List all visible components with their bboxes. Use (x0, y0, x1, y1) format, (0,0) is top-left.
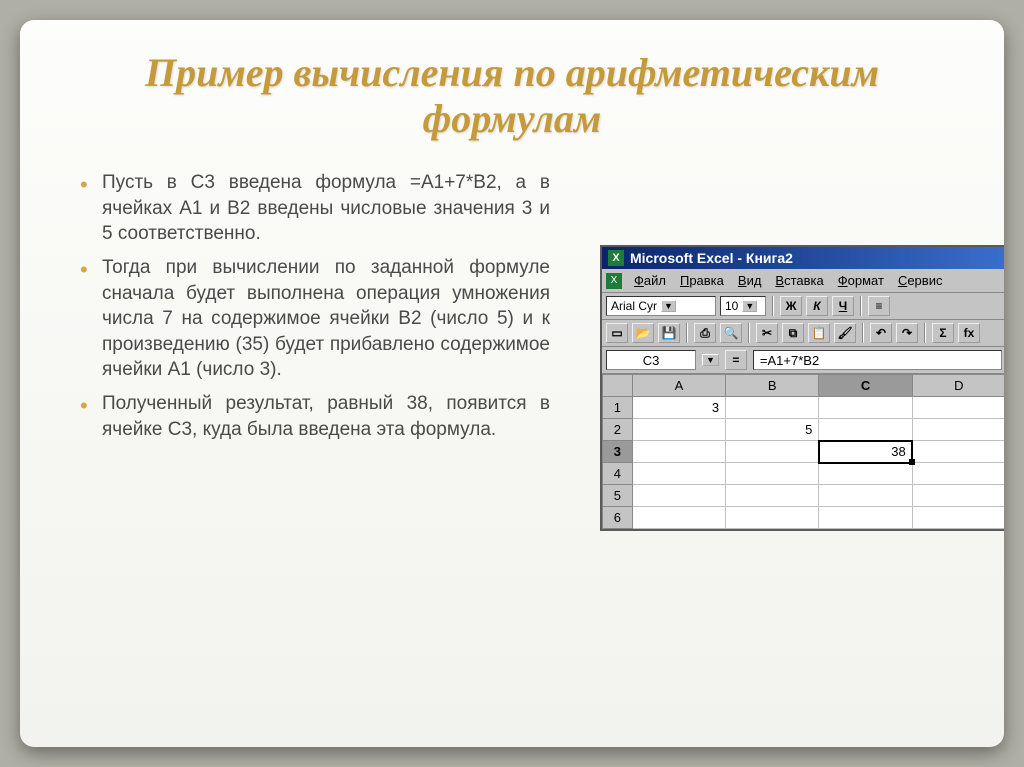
cell-b2[interactable]: 5 (726, 419, 819, 441)
italic-button[interactable]: К (806, 296, 828, 316)
slide-title: Пример вычисления по арифметическим форм… (80, 50, 944, 142)
standard-toolbar: ▭ 📂 💾 ⎙ 🔍 ✂ ⧉ 📋 🖌 ↶ ↷ Σ fx (602, 320, 1004, 347)
col-header[interactable]: D (912, 375, 1004, 397)
font-name-value: Arial Cyr (611, 299, 657, 313)
formula-bar: C3 ▼ = =A1+7*B2 (602, 347, 1004, 374)
cell[interactable] (632, 485, 725, 507)
grid-row: 3 38 (603, 441, 1005, 463)
formula-text: =A1+7*B2 (760, 353, 819, 368)
cell[interactable] (912, 441, 1004, 463)
redo-button[interactable]: ↷ (896, 323, 918, 343)
row-header[interactable]: 2 (603, 419, 633, 441)
excel-window: X Microsoft Excel - Книга2 X Файл Правка… (600, 245, 1004, 531)
chevron-down-icon: ▼ (742, 300, 757, 312)
cell[interactable] (726, 397, 819, 419)
save-button[interactable]: 💾 (658, 323, 680, 343)
cell[interactable] (819, 485, 912, 507)
row-header[interactable]: 4 (603, 463, 633, 485)
cell[interactable] (819, 397, 912, 419)
cell-c3[interactable]: 38 (819, 441, 912, 463)
cell[interactable] (726, 485, 819, 507)
grid-row: 6 (603, 507, 1005, 529)
align-left-button[interactable]: ≡ (868, 296, 890, 316)
separator (748, 323, 750, 343)
new-button[interactable]: ▭ (606, 323, 628, 343)
chevron-down-icon[interactable]: ▼ (702, 354, 719, 366)
cut-button[interactable]: ✂ (756, 323, 778, 343)
font-size-dropdown[interactable]: 10 ▼ (720, 296, 766, 316)
grid-row: 5 (603, 485, 1005, 507)
bold-button[interactable]: Ж (780, 296, 802, 316)
app-title: Microsoft Excel - Книга2 (630, 250, 793, 266)
titlebar: X Microsoft Excel - Книга2 (602, 247, 1004, 269)
separator (686, 323, 688, 343)
menu-tools[interactable]: Сервис (892, 271, 949, 290)
row-header[interactable]: 1 (603, 397, 633, 419)
bullet-item: Пусть в C3 введена формула =A1+7*B2, а в… (80, 170, 550, 247)
cell[interactable] (726, 463, 819, 485)
cell[interactable] (819, 507, 912, 529)
active-cell-ref: C3 (643, 353, 660, 368)
menu-insert[interactable]: Вставка (769, 271, 829, 290)
grid-row: 1 3 (603, 397, 1005, 419)
cell[interactable] (632, 507, 725, 529)
menu-view[interactable]: Вид (732, 271, 768, 290)
bullet-list: Пусть в C3 введена формула =A1+7*B2, а в… (80, 170, 550, 450)
separator (862, 323, 864, 343)
row-header[interactable]: 5 (603, 485, 633, 507)
paste-button[interactable]: 📋 (808, 323, 830, 343)
col-header[interactable]: A (632, 375, 725, 397)
menu-edit[interactable]: Правка (674, 271, 730, 290)
grid-row: 2 5 (603, 419, 1005, 441)
slide: Пример вычисления по арифметическим форм… (20, 20, 1004, 747)
cell[interactable] (912, 463, 1004, 485)
separator (860, 296, 862, 316)
name-box[interactable]: C3 (606, 350, 696, 370)
preview-button[interactable]: 🔍 (720, 323, 742, 343)
format-toolbar: Arial Cyr ▼ 10 ▼ Ж К Ч ≡ (602, 293, 1004, 320)
font-size-value: 10 (725, 299, 738, 313)
underline-button[interactable]: Ч (832, 296, 854, 316)
fx-button[interactable]: fx (958, 323, 980, 343)
cell-a1[interactable]: 3 (632, 397, 725, 419)
col-header[interactable]: C (819, 375, 912, 397)
copy-button[interactable]: ⧉ (782, 323, 804, 343)
spreadsheet-grid[interactable]: A B C D 1 3 2 5 (602, 374, 1004, 529)
cell[interactable] (819, 419, 912, 441)
cell[interactable] (632, 463, 725, 485)
separator (924, 323, 926, 343)
bullet-item: Полученный результат, равный 38, появитс… (80, 391, 550, 442)
format-painter-button[interactable]: 🖌 (834, 323, 856, 343)
separator (772, 296, 774, 316)
grid-row: 4 (603, 463, 1005, 485)
column-header-row: A B C D (603, 375, 1005, 397)
font-name-dropdown[interactable]: Arial Cyr ▼ (606, 296, 716, 316)
menu-file[interactable]: Файл (628, 271, 672, 290)
undo-button[interactable]: ↶ (870, 323, 892, 343)
cell[interactable] (819, 463, 912, 485)
formula-input[interactable]: =A1+7*B2 (753, 350, 1002, 370)
row-header[interactable]: 3 (603, 441, 633, 463)
cell[interactable] (632, 419, 725, 441)
cell[interactable] (632, 441, 725, 463)
menu-format[interactable]: Формат (832, 271, 890, 290)
print-button[interactable]: ⎙ (694, 323, 716, 343)
equals-button[interactable]: = (725, 350, 747, 370)
cell[interactable] (912, 507, 1004, 529)
menubar: X Файл Правка Вид Вставка Формат Сервис (602, 269, 1004, 293)
open-button[interactable]: 📂 (632, 323, 654, 343)
select-all-corner[interactable] (603, 375, 633, 397)
bullet-item: Тогда при вычислении по заданной формуле… (80, 255, 550, 383)
excel-icon: X (608, 250, 624, 266)
cell[interactable] (726, 441, 819, 463)
cell[interactable] (726, 507, 819, 529)
sum-button[interactable]: Σ (932, 323, 954, 343)
row-header[interactable]: 6 (603, 507, 633, 529)
doc-icon: X (606, 273, 622, 289)
chevron-down-icon: ▼ (661, 300, 676, 312)
cell[interactable] (912, 397, 1004, 419)
cell[interactable] (912, 419, 1004, 441)
cell[interactable] (912, 485, 1004, 507)
col-header[interactable]: B (726, 375, 819, 397)
